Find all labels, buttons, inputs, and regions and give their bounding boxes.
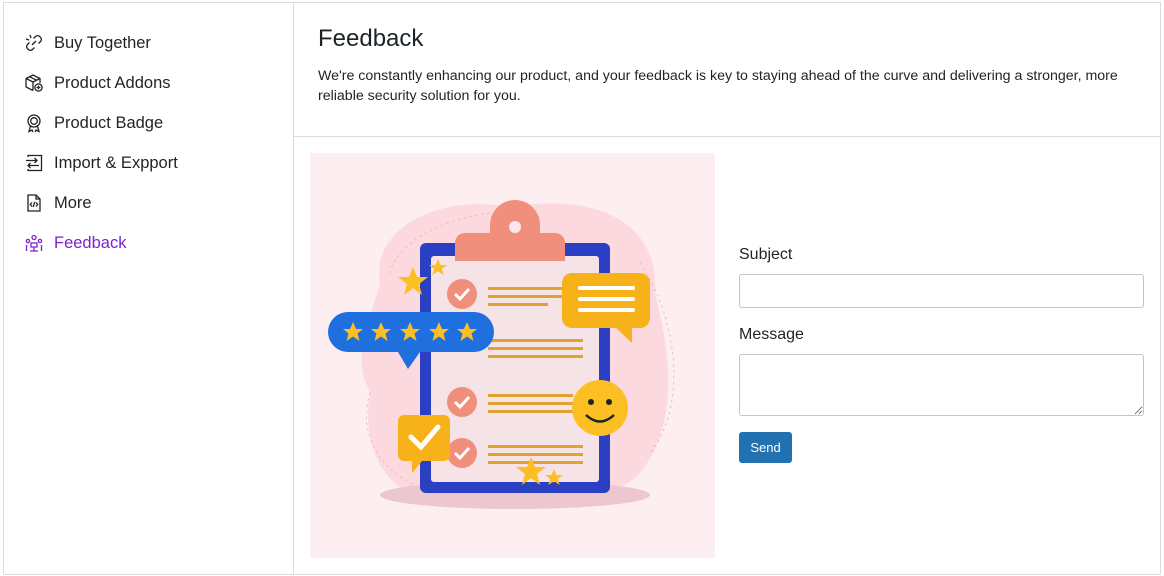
page-description: We're constantly enhancing our product, … — [318, 68, 1118, 104]
feedback-content: Subject Message Send — [294, 137, 1160, 574]
link-icon — [23, 32, 45, 54]
box-add-icon — [23, 72, 45, 94]
sidebar-item-import-export[interactable]: Import & Expport — [4, 143, 293, 183]
code-file-icon — [23, 192, 45, 214]
feedback-clipboard-illustration — [310, 153, 715, 558]
sidebar-item-product-addons[interactable]: Product Addons — [4, 63, 293, 103]
feedback-form: Subject Message Send — [739, 246, 1144, 463]
feedback-icon — [23, 232, 45, 254]
sidebar: Buy Together Product Addons Product Badg… — [4, 3, 294, 574]
import-export-icon — [23, 152, 45, 174]
badge-icon — [23, 112, 45, 134]
sidebar-item-label: Product Addons — [54, 73, 171, 92]
send-button[interactable]: Send — [739, 432, 792, 463]
subject-input[interactable] — [739, 274, 1144, 308]
sidebar-item-product-badge[interactable]: Product Badge — [4, 103, 293, 143]
sidebar-item-label: Product Badge — [54, 113, 164, 132]
sidebar-item-more[interactable]: More — [4, 183, 293, 223]
sidebar-item-label: Feedback — [54, 233, 127, 252]
message-textarea[interactable] — [739, 354, 1144, 416]
main-panel: Feedback We're constantly enhancing our … — [294, 3, 1160, 574]
page-title: Feedback — [318, 25, 424, 52]
sidebar-item-feedback[interactable]: Feedback — [4, 223, 293, 263]
sidebar-item-buy-together[interactable]: Buy Together — [4, 23, 293, 63]
sidebar-item-label: Buy Together — [54, 33, 151, 52]
subject-label: Subject — [739, 246, 793, 263]
message-label: Message — [739, 326, 804, 343]
sidebar-item-label: More — [54, 193, 92, 212]
app-frame: Buy Together Product Addons Product Badg… — [3, 2, 1161, 575]
sidebar-item-label: Import & Expport — [54, 153, 178, 172]
page-header: Feedback We're constantly enhancing our … — [294, 3, 1160, 137]
